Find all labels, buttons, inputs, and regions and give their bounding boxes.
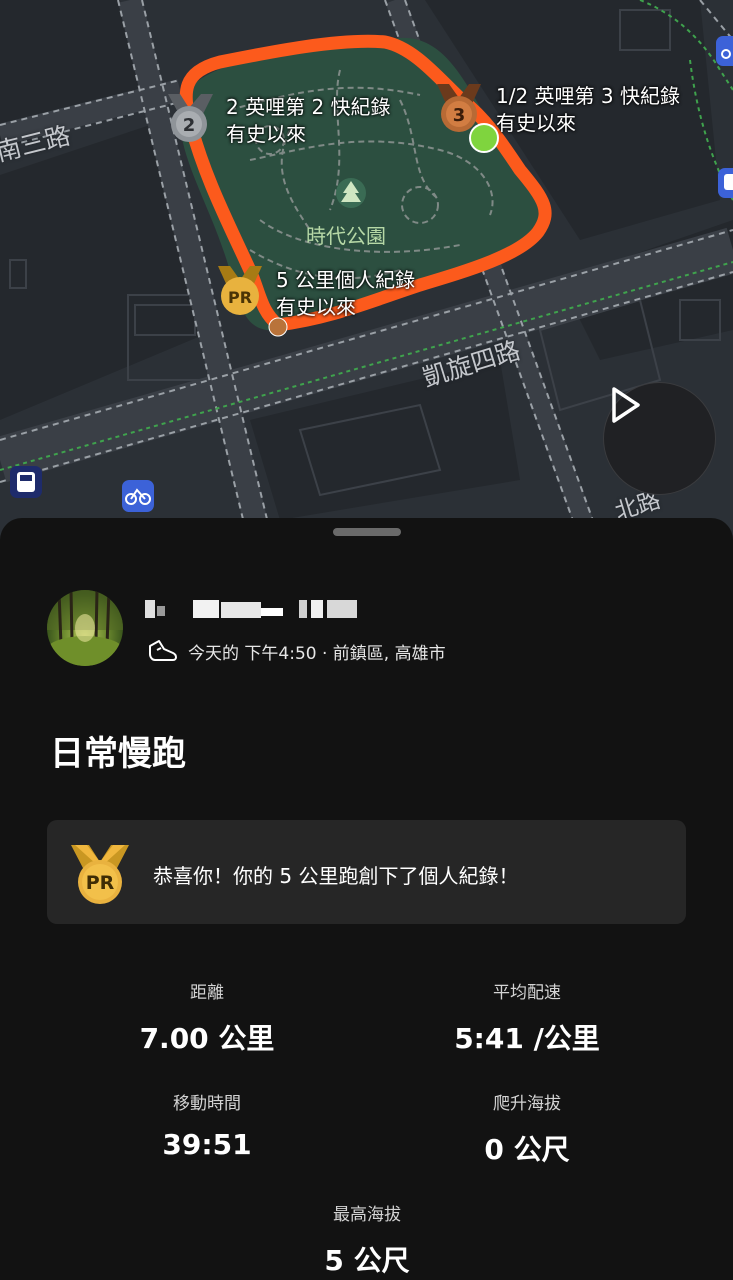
park-tree-icon [336, 178, 366, 208]
activity-sheet: 今天的 下午4:50 · 前鎮區, 高雄市 日常慢跑 PR 恭喜你！你的 5 公… [0, 518, 733, 1280]
stat-label: 移動時間 [173, 1094, 241, 1114]
svg-text:3: 3 [453, 105, 466, 126]
annotation-title: 1/2 英哩第 3 快紀錄 [496, 84, 680, 108]
park-name: 時代公園 [306, 224, 386, 248]
stat-value: 0 公尺 [484, 1133, 570, 1166]
run-shoe-icon [149, 640, 177, 661]
stat-label: 最高海拔 [333, 1205, 401, 1225]
stat-moving-time: 移動時間 39:51 [57, 1089, 357, 1161]
bike-station-icon [716, 36, 733, 66]
stat-value: 39:51 [162, 1128, 252, 1161]
svg-text:PR: PR [86, 872, 115, 894]
stat-distance: 距離 7.00 公里 [57, 978, 357, 1057]
svg-text:PR: PR [228, 288, 252, 307]
stat-value: 5:41 /公里 [454, 1022, 600, 1055]
stat-value: 5 公尺 [324, 1244, 410, 1277]
drag-handle[interactable] [333, 528, 401, 536]
stat-label: 爬升海拔 [493, 1094, 561, 1114]
route-map[interactable]: 2 3 PR 南三路 凱旋四路 北路 時代公園 2 英哩第 2 快紀錄 有史以來… [0, 0, 733, 540]
bike-station-icon [122, 480, 154, 512]
metro-icon [10, 466, 42, 498]
annotation-title: 2 英哩第 2 快紀錄 [226, 95, 391, 119]
route-start-marker [469, 123, 499, 153]
avatar[interactable] [47, 590, 123, 666]
stat-label: 距離 [190, 983, 224, 1003]
activity-meta: 今天的 下午4:50 · 前鎮區, 高雄市 [147, 638, 446, 664]
achievement-annotation: 2 英哩第 2 快紀錄 有史以來 [226, 94, 391, 148]
annotation-subtitle: 有史以來 [276, 295, 356, 319]
athlete-name-redacted [145, 598, 365, 626]
svg-text:2: 2 [183, 115, 196, 136]
annotation-title: 5 公里個人紀錄 [276, 268, 416, 292]
annotation-subtitle: 有史以來 [226, 122, 306, 146]
achievement-annotation: 5 公里個人紀錄 有史以來 [276, 267, 415, 321]
activity-title: 日常慢跑 [50, 734, 186, 774]
time-location: 今天的 下午4:50 · 前鎮區, 高雄市 [188, 643, 446, 664]
achievement-annotation: 1/2 英哩第 3 快紀錄 有史以來 [496, 83, 680, 137]
play-flyover-button[interactable] [603, 382, 716, 495]
stat-avg-pace: 平均配速 5:41 /公里 [377, 978, 677, 1057]
pr-achievement-card[interactable]: PR 恭喜你！你的 5 公里跑創下了個人紀錄！ [47, 820, 686, 924]
avatar-image [47, 590, 123, 666]
stat-label: 平均配速 [493, 983, 561, 1003]
stat-max-elevation: 最高海拔 5 公尺 [217, 1200, 517, 1279]
metro-icon [718, 168, 733, 198]
pr-medal-icon: PR [71, 845, 129, 904]
stat-elevation-gain: 爬升海拔 0 公尺 [377, 1089, 677, 1168]
stat-value: 7.00 公里 [139, 1022, 275, 1055]
pr-message: 恭喜你！你的 5 公里跑創下了個人紀錄！ [153, 864, 519, 888]
play-icon [612, 387, 640, 423]
annotation-subtitle: 有史以來 [496, 111, 576, 135]
